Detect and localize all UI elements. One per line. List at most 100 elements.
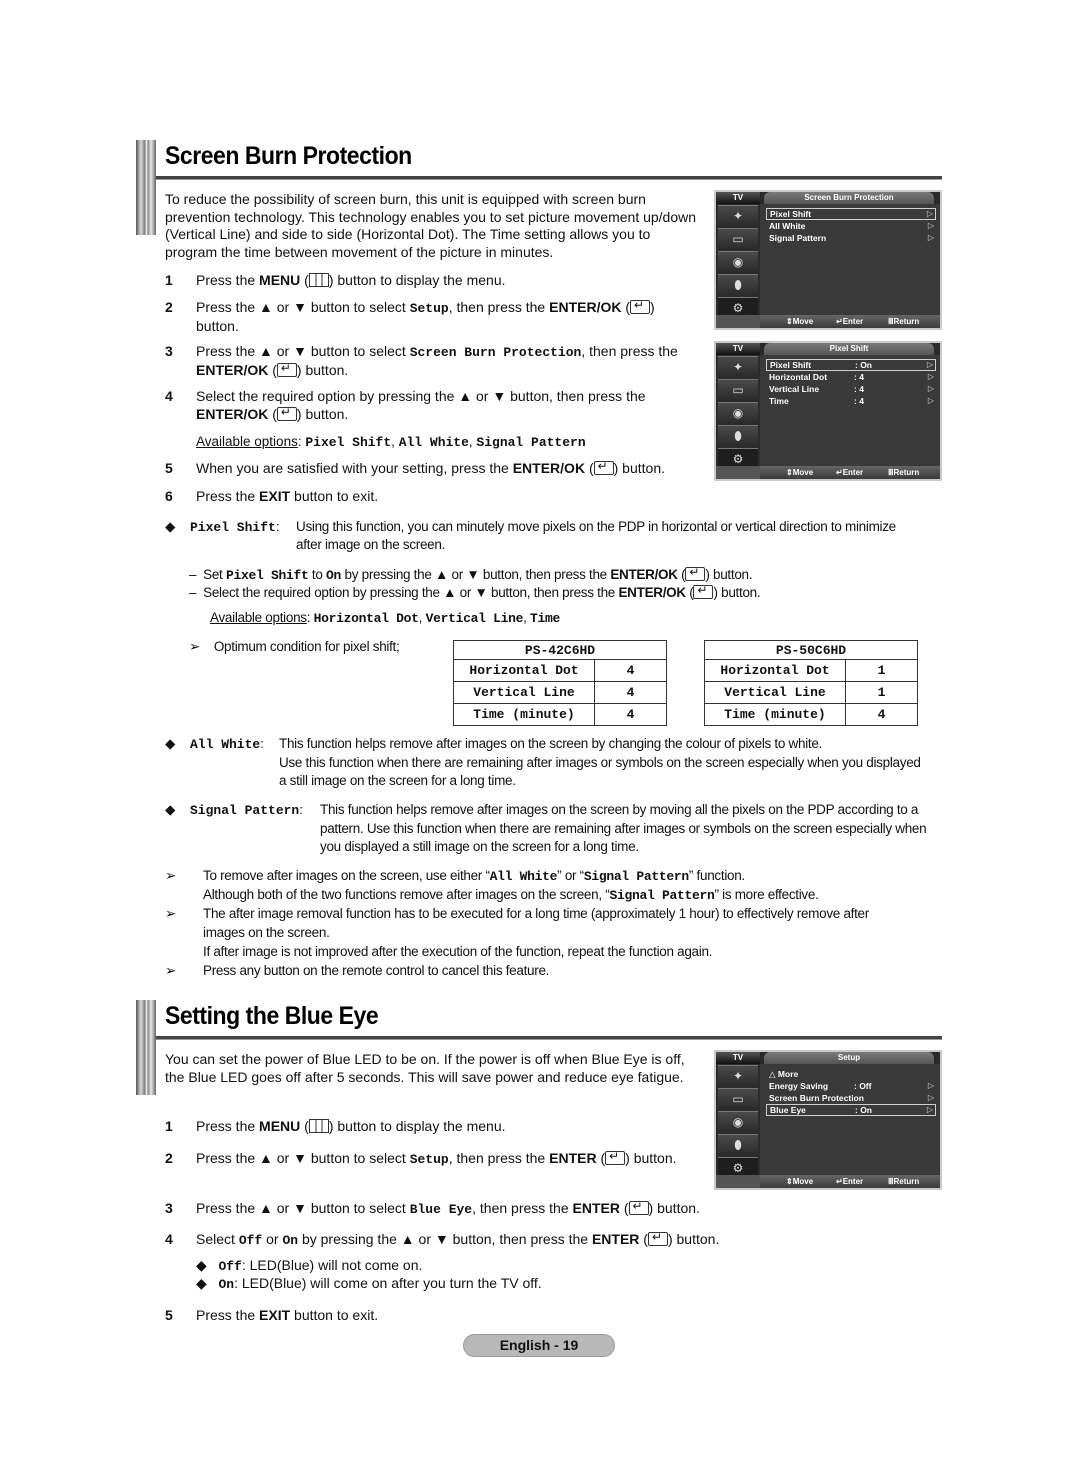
osd-item-all-white[interactable]: All White ▷ [766,220,936,232]
key-label: ENTER [572,1200,620,1216]
table-cell-label: Horizontal Dot [453,659,595,682]
step-number: 2 [165,1150,173,1166]
arrow-right-icon: ▷ [927,221,934,230]
step-number: 6 [165,488,173,504]
osd-item-pixel-shift[interactable]: Pixel Shift: On ▷ [766,359,936,371]
step-text: Select [196,1231,239,1247]
step-text: button. [618,460,665,476]
enter-icon [593,458,614,476]
signal-pattern-desc: This function helps remove after images … [320,802,927,854]
table-ps-50c6hd: PS-50C6HD Horizontal Dot 1 Vertical Line 1… [704,640,918,726]
table-cell-value: 4 [594,703,667,726]
bullet-text: : LED(Blue) will come on after you turn … [234,1275,542,1291]
step-text: button. [196,317,239,334]
option-pixel-shift: Pixel Shift [305,435,392,450]
osd-item-vertical-line[interactable]: Vertical Line: 4 ▷ [766,383,936,395]
arrow-right-icon: ▷ [926,1105,933,1114]
sub-text: by pressing the ▲ or ▼ button, then pres… [341,567,611,582]
antenna-icon: ✦ [718,356,758,377]
step-number: 4 [165,1231,173,1247]
table-cell-value: 4 [594,681,667,704]
osd-footer-left [716,466,760,479]
osd-item-blue-eye[interactable]: Blue Eye: On ▷ [766,1104,936,1116]
available-options-line: Available options: Pixel Shift, All Whit… [196,434,586,450]
enter-icon [693,582,714,600]
section-title-blue-eye: Setting the Blue Eye [165,1002,379,1030]
option-horizontal-dot: Horizontal Dot [313,611,419,626]
section-accent-bar [136,140,156,235]
osd-setup: TV ✦ ▭ ◉ ⬮ ⚙ Setup △ More Energy Saving:… [714,1050,942,1190]
key-label: EXIT [259,1307,291,1323]
osd-footer: ⇕ Move ↵ Enter Ⅲ Return [760,1175,940,1188]
osd-item-value: : 4 [854,396,864,406]
enter-icon [628,1198,649,1216]
pixel-shift-sub-2: – Select the required option by pressing… [189,582,761,602]
table-row: Horizontal Dot 1 [704,659,918,682]
osd-pixel-shift: TV ✦ ▭ ◉ ⬮ ⚙ Pixel Shift Pixel Shift: On… [714,341,942,481]
code-term: Setup [409,301,449,316]
osd-item-more[interactable]: △ More [766,1068,936,1080]
osd-item-signal-pattern[interactable]: Signal Pattern ▷ [766,232,936,244]
step-text: button. [301,405,349,422]
pixel-shift-available-options: Available options: Horizontal Dot, Verti… [210,610,561,626]
section-rule [156,176,942,180]
table-cell-label: Time (minute) [704,703,846,726]
picture-icon: ▭ [718,379,758,400]
available-label: Available options [210,610,307,625]
sound-icon: ◉ [718,1111,758,1132]
step-text: Press the ▲ or ▼ button to select [196,299,410,315]
enter-hint: ↵ Enter [836,317,864,326]
osd-item-value: : On [855,360,872,370]
osd-screen-burn-protection: TV ✦ ▭ ◉ ⬮ ⚙ Screen Burn Protection Pixe… [714,190,942,330]
code-term: Off [218,1259,242,1274]
osd-item-horizontal-dot[interactable]: Horizontal Dot: 4 ▷ [766,371,936,383]
osd-item-label: Vertical Line [769,384,820,394]
osd-item-label: Time [769,396,789,406]
osd-footer-left [716,1175,760,1188]
code-term: Pixel Shift [225,568,309,583]
step-number: 5 [165,1307,173,1323]
enter-icon [276,360,297,377]
osd-item-label: Screen Burn Protection [769,1093,864,1103]
table-cell-label: Time (minute) [453,703,595,726]
osd-title: Pixel Shift [764,343,934,355]
enter-icon [630,297,651,315]
be-bullet-on: ◆ On: LED(Blue) will come on after you t… [196,1275,542,1294]
all-white-desc-1: This function helps remove after images … [279,736,823,751]
osd-item-value: : 4 [854,372,864,382]
step-number: 3 [165,343,173,359]
step-number: 3 [165,1200,173,1216]
step-text: Press the ▲ or ▼ button to select [196,1200,410,1216]
osd-item-time[interactable]: Time: 4 ▷ [766,395,936,407]
table-cell-value: 4 [845,703,918,726]
osd-item-pixel-shift[interactable]: Pixel Shift ▷ [766,208,936,220]
blue-eye-intro: You can set the power of Blue LED to be … [165,1051,685,1085]
code-term: Off [238,1233,263,1248]
step-text: , then press the [581,343,678,359]
osd-title: Setup [764,1052,934,1064]
step-text: or [262,1231,283,1247]
arrow-right-icon: ▷ [927,1081,934,1090]
diamond-bullet-icon: ◆ [165,802,176,817]
diamond-bullet-icon: ◆ [165,519,176,534]
key-label: EXIT [259,488,291,504]
step-text: button to display the menu. [333,272,506,288]
arrow-right-icon: ▷ [927,1093,934,1102]
term-signal-pattern: Signal Pattern [190,803,300,818]
arrow-right-icon: ▷ [927,233,934,242]
code-term: Signal Pattern [609,888,715,903]
osd-item-label: Signal Pattern [769,233,827,243]
code-term: On [282,1233,299,1248]
term: Pixel Shift: [190,519,280,535]
osd-item-screen-burn-protection[interactable]: Screen Burn Protection ▷ [766,1092,936,1104]
code-term: Screen Burn Protection [409,345,582,360]
osd-item-label: More [777,1069,799,1079]
term: Signal Pattern: [190,802,303,818]
enter-label: Enter [842,317,864,326]
step-text: , then press the [448,1150,550,1166]
key-label: MENU [259,1118,301,1134]
osd-item-energy-saving[interactable]: Energy Saving: Off ▷ [766,1080,936,1092]
step-text: button to exit. [290,1307,379,1323]
sub-text: button. [709,567,753,582]
enter-icon [605,1148,626,1166]
